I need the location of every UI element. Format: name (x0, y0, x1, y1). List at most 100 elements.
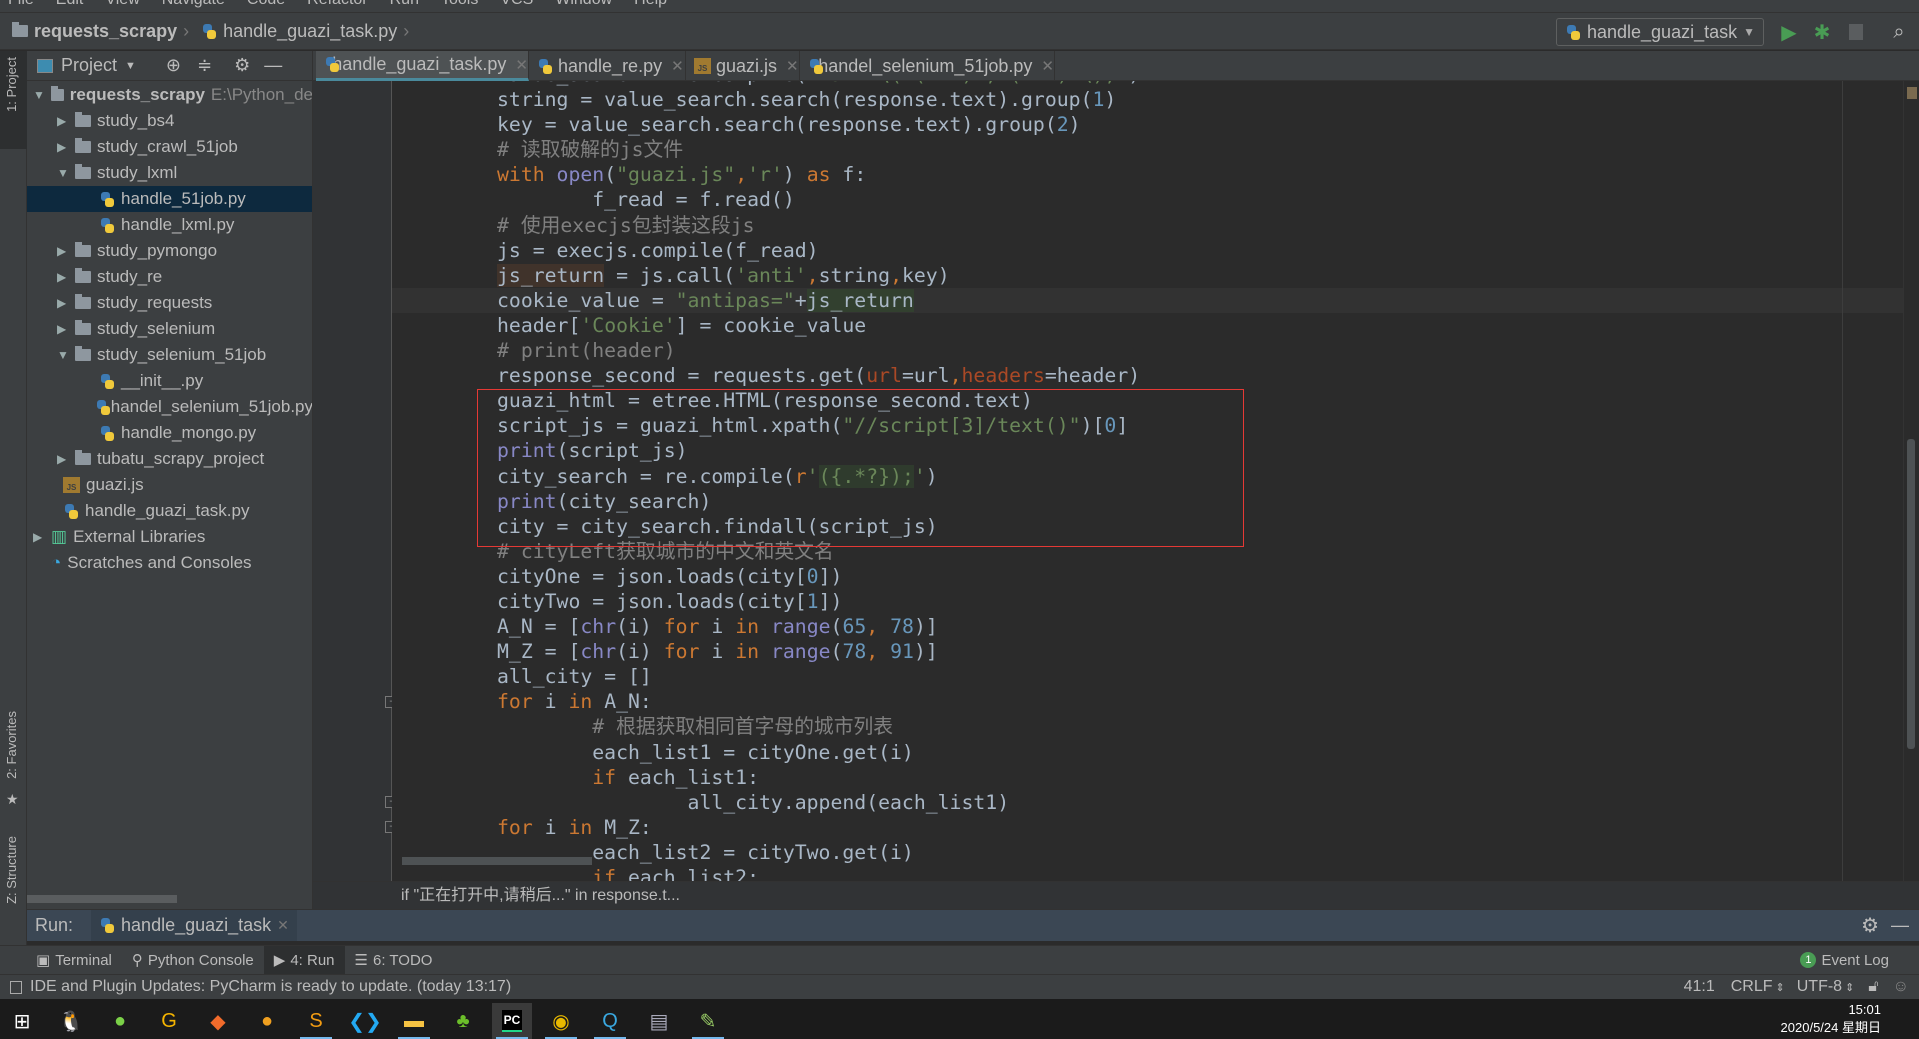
taskbar-windows-start[interactable]: ⊞ (2, 1003, 42, 1039)
line-separator[interactable]: CRLF (1731, 978, 1773, 996)
breadcrumb-file[interactable]: handle_guazi_task.py › (201, 21, 409, 42)
tree-item[interactable]: ▼ study_selenium_51job (27, 342, 312, 368)
stop-button[interactable] (1842, 18, 1870, 46)
tree-item[interactable]: ▶ study_bs4 (27, 108, 312, 134)
menu-item-help[interactable]: Help (634, 0, 667, 8)
taskbar-app-video[interactable]: ● (247, 1003, 287, 1039)
tree-item[interactable]: JS guazi.js (27, 472, 312, 498)
tree-item[interactable]: handel_selenium_51job.py (27, 394, 312, 420)
taskbar-pycharm[interactable]: PC (492, 1003, 532, 1039)
system-clock[interactable]: 15:01 2020/5/24 星期日 (1781, 1001, 1881, 1037)
taskbar-app-fox[interactable]: ◆ (198, 1003, 238, 1039)
tab-handle-re-py[interactable]: handle_re.py ✕ (529, 51, 686, 81)
taskbar-app-notepad[interactable]: ✎ (688, 1003, 728, 1039)
taskbar-app-lock[interactable]: ▤ (639, 1003, 679, 1039)
chevron-down-icon[interactable]: ▼ (57, 348, 69, 362)
file-encoding[interactable]: UTF-8 (1797, 978, 1842, 996)
tree-item[interactable]: ▶ study_re (27, 264, 312, 290)
taskbar-file-explorer[interactable]: ▬ (394, 1003, 434, 1039)
tool-tab-6-todo[interactable]: ☰ 6: TODO (345, 946, 443, 975)
tree-item[interactable]: ▶ study_selenium (27, 316, 312, 342)
run-button[interactable]: ▶ (1775, 18, 1803, 46)
close-icon[interactable]: ✕ (277, 917, 289, 934)
status-message[interactable]: IDE and Plugin Updates: PyCharm is ready… (30, 978, 511, 996)
tree-item[interactable]: __init__.py (27, 368, 312, 394)
tool-tab-4-run[interactable]: ▶ 4: Run (263, 945, 345, 975)
run-tab[interactable]: handle_guazi_task ✕ (91, 909, 297, 942)
tree-item[interactable]: ▶ study_requests (27, 290, 312, 316)
tree-item[interactable]: ▼ requests_scrapy E:\Python_de (27, 82, 312, 108)
gear-icon[interactable]: ⚙ (1861, 913, 1879, 938)
menu-item-edit[interactable]: Edit (56, 0, 84, 8)
taskbar-chrome[interactable]: ◉ (541, 1003, 581, 1039)
lock-icon[interactable]: 🔓︎ (1868, 978, 1878, 996)
horizontal-scrollbar[interactable] (27, 895, 177, 903)
taskbar-wechat[interactable]: ● (100, 1003, 140, 1039)
tree-item[interactable]: handle_51job.py (27, 186, 312, 212)
vertical-scrollbar[interactable] (1903, 81, 1919, 881)
close-icon[interactable]: ✕ (671, 57, 684, 75)
tree-item[interactable]: ▶ ▥ External Libraries (27, 524, 312, 550)
chevron-right-icon[interactable]: ▶ (57, 322, 69, 336)
hide-icon[interactable]: — (264, 55, 282, 76)
inspector-icon[interactable]: ☺ (1893, 978, 1909, 996)
tree-item[interactable]: ▶ tubatu_scrapy_project (27, 446, 312, 472)
menu-item-vcs[interactable]: VCS (500, 0, 533, 8)
breadcrumb-project[interactable]: requests_scrapy › (12, 21, 189, 42)
chevron-right-icon[interactable]: ▶ (57, 114, 69, 128)
tree-item[interactable]: handle_lxml.py (27, 212, 312, 238)
caret-position[interactable]: 41:1 (1684, 978, 1715, 996)
close-icon[interactable]: ✕ (786, 57, 799, 75)
menu-item-navigate[interactable]: Navigate (162, 0, 225, 8)
tab-handle-guazi-task-py[interactable]: handle_guazi_task.py ✕ (316, 51, 529, 81)
tab-handel-selenium-51job-py[interactable]: handel_selenium_51job.py ✕ (800, 51, 1055, 81)
taskbar-app-g[interactable]: G (149, 1003, 189, 1039)
menu-item-window[interactable]: Window (555, 0, 612, 8)
close-icon[interactable]: ✕ (515, 56, 528, 74)
inspection-status-icon[interactable] (1907, 87, 1917, 99)
chevron-right-icon[interactable]: ▶ (57, 244, 69, 258)
structure-tool-button[interactable]: Z: Structure (4, 836, 19, 904)
chevron-down-icon[interactable]: ▼ (33, 88, 45, 102)
chevron-right-icon[interactable]: ▶ (33, 530, 45, 544)
tree-item[interactable]: handle_mongo.py (27, 420, 312, 446)
editor-breadcrumb[interactable]: if "正在打开中,请稍后..." in response.t... (313, 881, 1919, 909)
chevron-right-icon[interactable]: ▶ (57, 452, 69, 466)
taskbar-app-green[interactable]: ♣ (443, 1003, 483, 1039)
tab-guazi-js[interactable]: JS guazi.js ✕ (686, 51, 800, 81)
gear-icon[interactable]: ⚙ (234, 55, 250, 76)
taskbar-vscode[interactable]: ❮❯ (345, 1003, 385, 1039)
tree-item[interactable]: ◔ Scratches and Consoles (27, 550, 312, 576)
event-log-button[interactable]: 1 Event Log (1800, 952, 1889, 969)
debug-button[interactable]: ✱ (1808, 18, 1836, 46)
project-view-dropdown[interactable]: Project (61, 55, 117, 76)
menu-item-code[interactable]: Code (247, 0, 285, 8)
run-configuration-dropdown[interactable]: handle_guazi_task ▼ (1555, 18, 1764, 46)
tree-item[interactable]: handle_guazi_task.py (27, 498, 312, 524)
scrollbar-thumb[interactable] (1907, 439, 1915, 749)
project-tool-button[interactable]: 1: Project (0, 51, 27, 149)
chevron-right-icon[interactable]: ▶ (57, 140, 69, 154)
tree-item[interactable]: ▼ study_lxml (27, 160, 312, 186)
chevron-down-icon[interactable]: ▼ (57, 166, 69, 180)
tool-windows-icon[interactable] (10, 980, 22, 994)
favorites-tool-button[interactable]: 2: Favorites (4, 711, 19, 779)
menu-item-file[interactable]: File (8, 0, 34, 8)
minimize-icon[interactable]: — (1891, 915, 1909, 936)
horizontal-scrollbar[interactable] (402, 857, 592, 865)
tool-tab-python-console[interactable]: ⚲ Python Console (122, 946, 264, 975)
taskbar-qq[interactable]: 🐧 (51, 1003, 91, 1039)
tool-tab-terminal[interactable]: ▣ Terminal (26, 946, 122, 975)
collapse-all-icon[interactable]: ≑ (197, 55, 212, 76)
chevron-right-icon[interactable]: ▶ (57, 296, 69, 310)
menu-item-run[interactable]: Run (390, 0, 419, 8)
close-icon[interactable]: ✕ (1041, 57, 1054, 75)
taskbar-sublime-text[interactable]: S (296, 1003, 336, 1039)
chevron-right-icon[interactable]: ▶ (57, 270, 69, 284)
menu-item-refactor[interactable]: Refactor (307, 0, 367, 8)
taskbar-app-q[interactable]: Q (590, 1003, 630, 1039)
locate-icon[interactable]: ⊕ (166, 55, 181, 76)
menu-item-tools[interactable]: Tools (441, 0, 478, 8)
tree-item[interactable]: ▶ study_crawl_51job (27, 134, 312, 160)
search-everywhere-button[interactable]: ⌕ (1885, 18, 1913, 46)
